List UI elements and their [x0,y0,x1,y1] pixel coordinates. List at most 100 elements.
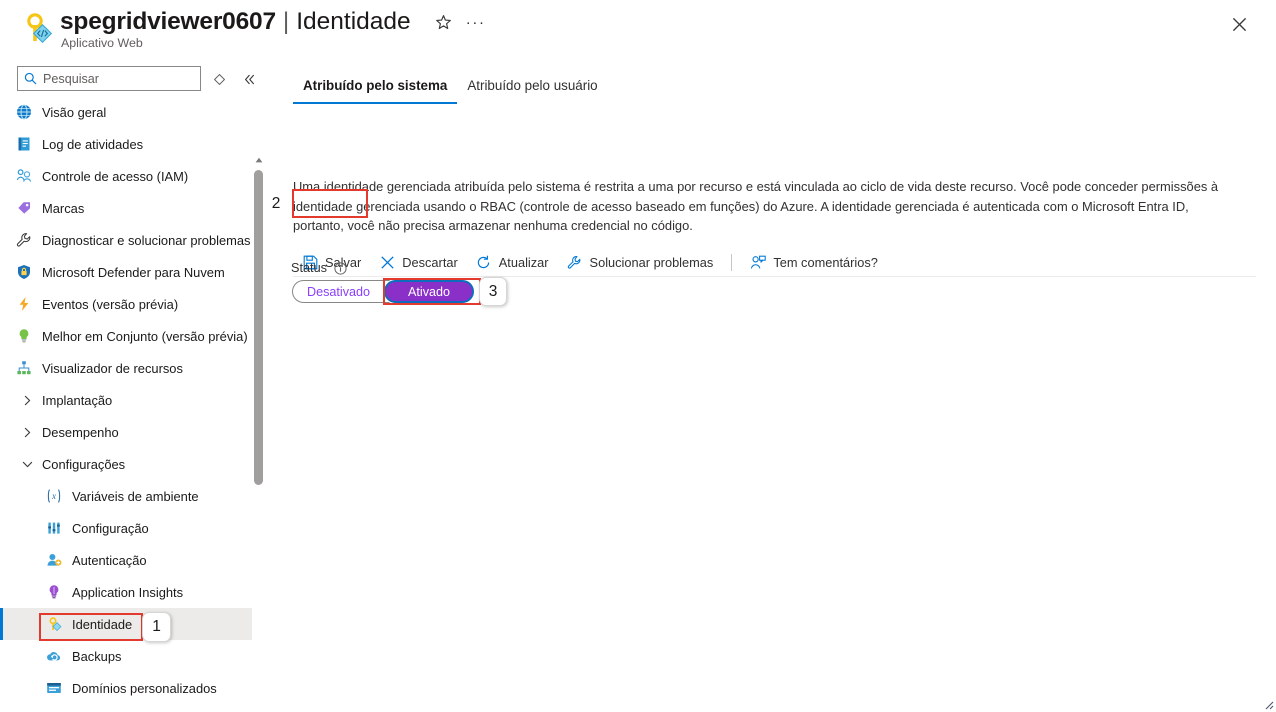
close-icon[interactable] [1223,8,1255,40]
sidebar-item-dominios-personalizados[interactable]: Domínios personalizados [0,672,253,704]
sidebar-item-label: Marcas [42,200,85,216]
key-identity-icon [44,614,64,634]
feedback-button[interactable]: Tem comentários? [741,249,887,276]
command-label: Atualizar [498,254,549,270]
shield-lock-icon [14,262,34,282]
page-title: spegridviewer0607 | Identidade ··· [60,5,489,39]
sidebar-item-microsoft-defender[interactable]: Microsoft Defender para Nuvem [0,256,253,288]
discard-button[interactable]: Descartar [370,249,466,276]
tab-label: Atribuído pelo sistema [303,78,448,93]
tab-atribuido-pelo-usuario[interactable]: Atribuído pelo usuário [457,74,607,104]
blade-name: Identidade [296,8,411,35]
blade-sidebar: Visão geral Log de atividades [0,58,265,712]
authentication-icon [44,550,64,570]
tab-label: Atribuído pelo usuário [467,78,598,93]
sidebar-item-visualizador-de-recursos[interactable]: Visualizador de recursos [0,352,253,384]
resize-grip-icon[interactable] [1260,696,1274,710]
configuration-icon [44,518,64,538]
status-toggle-desativado[interactable]: Desativado [293,281,384,302]
diamond-icon[interactable] [208,68,230,90]
annotation-number-2: 2 [263,189,289,218]
svg-text:x: x [51,491,56,501]
sidebar-group-configuracoes[interactable]: Configurações [0,448,253,480]
annotation-number-3: 3 [479,277,507,306]
sidebar-item-label: Log de atividades [42,136,144,152]
sidebar-nav-list: Visão geral Log de atividades Controle d… [0,96,253,712]
sidebar-item-label: Microsoft Defender para Nuvem [42,264,225,280]
command-bar: Salvar Descartar Atualizar Solucionar pr… [293,248,1256,277]
activity-log-icon [14,134,34,154]
sidebar-item-label: Eventos (versão prévia) [42,296,179,312]
star-icon[interactable] [431,9,457,35]
azure-portal-blade: spegridviewer0607 | Identidade ··· Aplic… [0,0,1276,712]
sidebar-item-label: Variáveis de ambiente [72,488,199,504]
blade-header: spegridviewer0607 | Identidade ··· Aplic… [0,0,1276,58]
app-insights-icon [44,582,64,602]
sidebar-item-label: Melhor em Conjunto (versão prévia) [42,328,248,344]
sidebar-scrollbar[interactable] [252,154,265,712]
key-identity-icon [18,10,58,50]
search-input[interactable] [43,71,183,86]
lightbulb-icon [14,326,34,346]
identity-description: Uma identidade gerenciada atribuída pelo… [293,179,1219,234]
sidebar-item-application-insights[interactable]: Application Insights [0,576,253,608]
sidebar-item-diagnosticar[interactable]: Diagnosticar e solucionar problemas [0,224,253,256]
resource-visualizer-icon [14,358,34,378]
command-label: Solucionar problemas [589,254,714,270]
sidebar-item-label: Diagnosticar e solucionar problemas [42,232,251,248]
scroll-up-arrow-icon[interactable] [253,154,264,166]
troubleshoot-button[interactable]: Solucionar problemas [558,249,723,276]
sidebar-item-label: Controle de acesso (IAM) [42,168,189,184]
search-box[interactable] [17,66,201,91]
command-separator [731,253,733,271]
chevron-right-icon [18,427,36,438]
sidebar-item-label: Visualizador de recursos [42,360,183,376]
info-icon[interactable] [334,261,348,275]
discard-x-icon [379,254,395,270]
annotation-label: 1 [152,618,161,635]
identity-tabs: Atribuído pelo sistema Atribuído pelo us… [293,74,608,104]
sidebar-item-controle-de-acesso[interactable]: Controle de acesso (IAM) [0,160,253,192]
status-toggle[interactable]: Desativado Ativado [292,280,475,303]
sidebar-item-log-de-atividades[interactable]: Log de atividades [0,128,253,160]
wrench-icon [14,230,34,250]
sidebar-item-visao-geral[interactable]: Visão geral [0,96,253,128]
wrench-icon [567,254,583,270]
collapse-icon[interactable] [238,68,260,90]
sidebar-item-variaveis-de-ambiente[interactable]: x Variáveis de ambiente [0,480,253,512]
sidebar-item-label: Visão geral [42,104,107,120]
status-segmented-control[interactable]: Desativado Ativado [292,280,475,303]
sidebar-group-label: Implantação [42,392,113,408]
search-icon [24,72,37,85]
command-label: Descartar [402,254,458,270]
sidebar-item-autenticacao[interactable]: Autenticação [0,544,253,576]
sidebar-item-label: Identidade [72,616,133,632]
sidebar-item-label: Autenticação [72,552,147,568]
sidebar-item-marcas[interactable]: Marcas [0,192,253,224]
tab-atribuido-pelo-sistema[interactable]: Atribuído pelo sistema [293,74,458,104]
backups-cloud-icon [44,646,64,666]
refresh-button[interactable]: Atualizar [467,249,558,276]
env-vars-icon: x [44,486,64,506]
chevron-down-icon [18,459,36,470]
sidebar-group-desempenho[interactable]: Desempenho [0,416,253,448]
chevron-right-icon [18,395,36,406]
sidebar-item-configuracao[interactable]: Configuração [0,512,253,544]
status-toggle-ativado[interactable]: Ativado [384,280,475,303]
annotation-label: 3 [488,282,498,300]
sidebar-group-implantacao[interactable]: Implantação [0,384,253,416]
sidebar-item-eventos[interactable]: Eventos (versão prévia) [0,288,253,320]
sidebar-item-label: Domínios personalizados [72,680,217,696]
ellipsis-icon[interactable]: ··· [463,9,489,35]
lightning-icon [14,294,34,314]
sidebar-item-identidade[interactable]: Identidade [0,608,253,640]
annotation-number-1: 1 [142,612,171,642]
sidebar-item-backups[interactable]: Backups [0,640,253,672]
sidebar-item-melhor-em-conjunto[interactable]: Melhor em Conjunto (versão prévia) [0,320,253,352]
blade-content: Atribuído pelo sistema Atribuído pelo us… [265,58,1276,712]
resource-type-subtitle: Aplicativo Web [61,36,143,50]
status-option-label: Desativado [307,284,371,299]
sidebar-group-label: Desempenho [42,424,119,440]
scrollbar-thumb[interactable] [254,170,263,485]
title-separator: | [282,8,290,35]
